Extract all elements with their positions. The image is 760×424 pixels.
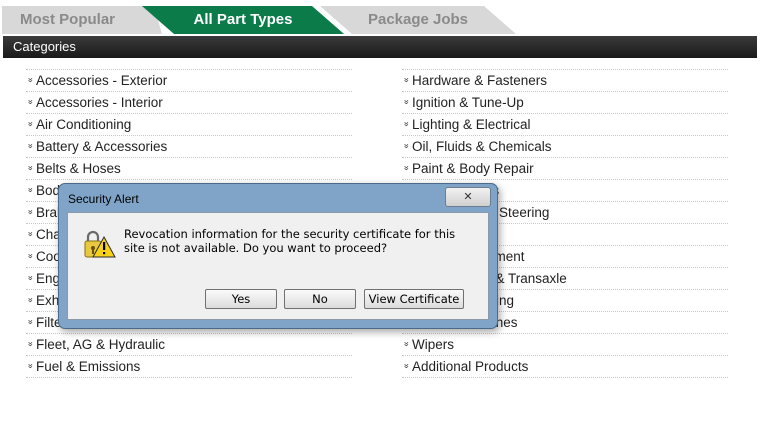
double-chevron-down-icon: » — [26, 187, 36, 193]
dialog-title: Security Alert — [68, 192, 139, 206]
tab-most-popular[interactable]: Most Popular — [2, 6, 162, 34]
category-item[interactable]: »Additional Products — [402, 355, 728, 378]
category-label: Belts & Hoses — [36, 161, 121, 176]
category-item[interactable]: »Accessories - Interior — [26, 91, 352, 113]
yes-button[interactable]: Yes — [205, 289, 277, 309]
category-item[interactable]: »Belts & Hoses — [26, 157, 352, 179]
category-label: Additional Products — [412, 359, 529, 374]
double-chevron-down-icon: » — [402, 363, 412, 369]
double-chevron-down-icon: » — [26, 319, 36, 325]
double-chevron-down-icon: » — [26, 77, 36, 83]
category-label: Accessories - Interior — [36, 95, 163, 110]
category-label: Hardware & Fasteners — [412, 73, 548, 88]
no-button[interactable]: No — [284, 289, 356, 309]
category-item[interactable]: »Hardware & Fasteners — [402, 69, 728, 91]
double-chevron-down-icon: » — [26, 341, 36, 347]
double-chevron-down-icon: » — [402, 143, 412, 149]
category-item[interactable]: »Wipers — [402, 333, 728, 355]
category-label: Lighting & Electrical — [412, 117, 531, 132]
double-chevron-down-icon: » — [26, 99, 36, 105]
security-alert-dialog: Security Alert ✕ Revocation information … — [58, 183, 498, 329]
category-item[interactable]: »Ignition & Tune-Up — [402, 91, 728, 113]
double-chevron-down-icon: » — [26, 143, 36, 149]
double-chevron-down-icon: » — [26, 165, 36, 171]
category-item[interactable]: »Battery & Accessories — [26, 135, 352, 157]
category-label: Accessories - Exterior — [36, 73, 168, 88]
double-chevron-down-icon: » — [26, 231, 36, 237]
double-chevron-down-icon: » — [402, 77, 412, 83]
tab-all-part-types[interactable]: All Part Types — [142, 6, 344, 34]
double-chevron-down-icon: » — [26, 209, 36, 215]
category-label: Paint & Body Repair — [412, 161, 534, 176]
category-item[interactable]: »Accessories - Exterior — [26, 69, 352, 91]
category-item[interactable]: »Paint & Body Repair — [402, 157, 728, 179]
double-chevron-down-icon: » — [26, 253, 36, 259]
view-certificate-button[interactable]: View Certificate — [364, 289, 464, 309]
category-item[interactable]: »Oil, Fluids & Chemicals — [402, 135, 728, 157]
category-label: Ignition & Tune-Up — [412, 95, 524, 110]
warning-lock-icon — [84, 230, 116, 258]
double-chevron-down-icon: » — [402, 165, 412, 171]
double-chevron-down-icon: » — [26, 275, 36, 281]
double-chevron-down-icon: » — [26, 121, 36, 127]
double-chevron-down-icon: » — [402, 99, 412, 105]
tab-package-jobs[interactable]: Package Jobs — [320, 6, 516, 34]
category-label: Oil, Fluids & Chemicals — [412, 139, 552, 154]
category-item[interactable]: »Air Conditioning — [26, 113, 352, 135]
dialog-body: Revocation information for the security … — [67, 212, 489, 320]
category-label: Wipers — [412, 337, 455, 352]
tab-bar: Most Popular Package Jobs All Part Types — [0, 6, 760, 34]
dialog-message: Revocation information for the security … — [124, 227, 456, 255]
category-item[interactable]: »Fuel & Emissions — [26, 355, 352, 378]
double-chevron-down-icon: » — [402, 341, 412, 347]
category-label: Battery & Accessories — [36, 139, 168, 154]
categories-header: Categories — [3, 36, 757, 58]
double-chevron-down-icon: » — [402, 121, 412, 127]
dialog-close-button[interactable]: ✕ — [445, 187, 491, 207]
category-item[interactable]: »Fleet, AG & Hydraulic — [26, 333, 352, 355]
category-item[interactable]: »Lighting & Electrical — [402, 113, 728, 135]
double-chevron-down-icon: » — [26, 297, 36, 303]
category-label: Fuel & Emissions — [36, 359, 141, 374]
category-label: Fleet, AG & Hydraulic — [36, 337, 166, 352]
double-chevron-down-icon: » — [26, 363, 36, 369]
category-label: Air Conditioning — [36, 117, 132, 132]
